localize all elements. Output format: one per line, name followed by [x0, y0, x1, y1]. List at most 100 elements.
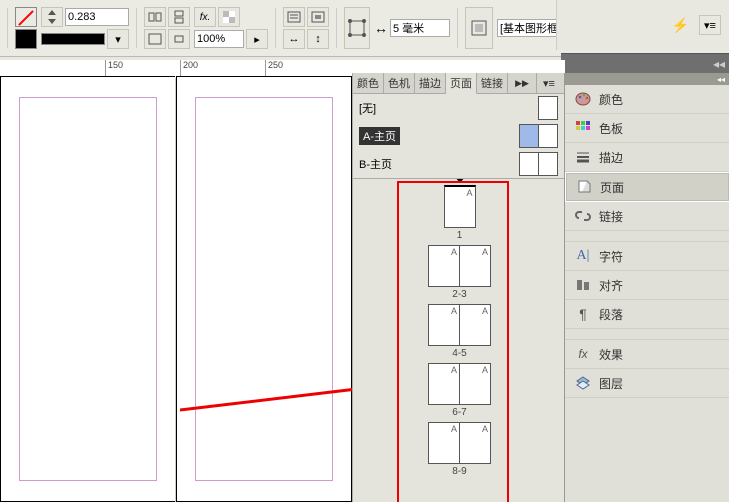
ruler-mark: 200	[180, 60, 198, 76]
measure-input[interactable]	[390, 19, 450, 37]
master-none[interactable]: [无]	[353, 94, 566, 122]
dock-collapse-bar[interactable]: ◂◂	[565, 73, 729, 85]
spread-label: 8-9	[452, 466, 466, 477]
layers-icon	[575, 375, 591, 391]
dock-label: 描边	[599, 149, 623, 166]
margin-guide	[19, 97, 157, 481]
pages-panel: 颜色 色机 描边 页面 链接 ▶▶ ▾≡ [无] A-主页 B-主页	[352, 73, 566, 502]
dock-expand-icon[interactable]: ◂◂	[713, 57, 725, 71]
master-b[interactable]: B-主页	[353, 150, 566, 178]
master-thumb[interactable]	[519, 152, 539, 176]
spread-label: 2-3	[452, 289, 466, 300]
dock-swatches[interactable]: 色板	[565, 114, 729, 143]
fx-icon: fx	[575, 346, 591, 362]
page-thumb[interactable]: A	[428, 245, 460, 287]
control-toolbar: ▾ fx. ▸	[0, 0, 729, 57]
measure-group: ↔	[374, 19, 450, 37]
dock-color[interactable]: 颜色	[565, 85, 729, 114]
document-canvas[interactable]	[0, 76, 352, 502]
master-label: B-主页	[359, 156, 392, 172]
dock-stroke[interactable]: 描边	[565, 143, 729, 172]
select-container-icon[interactable]	[144, 29, 166, 49]
master-thumb[interactable]	[539, 124, 558, 148]
master-thumb[interactable]	[519, 124, 539, 148]
opacity-input[interactable]	[194, 30, 244, 48]
page-thumb[interactable]: A	[428, 363, 460, 405]
paragraph-icon: ¶	[575, 306, 591, 322]
spread-6-7[interactable]: A A 6-7	[353, 363, 566, 418]
text-wrap-none-icon[interactable]	[283, 7, 305, 27]
dock-character[interactable]: A| 字符	[565, 242, 729, 271]
flip-horizontal-icon[interactable]: ↔	[283, 29, 305, 49]
spread-1[interactable]: A 1	[353, 185, 566, 241]
page-thumb[interactable]: A	[428, 422, 460, 464]
current-page-caret-icon	[455, 179, 465, 183]
swatches-icon	[575, 120, 591, 136]
dock-label: 字符	[599, 248, 623, 265]
spread-2-3[interactable]: A A 2-3	[353, 245, 566, 300]
spread-4-5[interactable]: A A 4-5	[353, 304, 566, 359]
dock-layers[interactable]: 图层	[565, 369, 729, 398]
select-content-icon[interactable]	[168, 29, 190, 49]
divider	[336, 8, 337, 48]
misc-btns-1	[144, 7, 190, 49]
text-wrap-bounding-icon[interactable]	[307, 7, 329, 27]
page-thumb[interactable]: A	[444, 185, 476, 228]
dock-pages[interactable]: 页面	[565, 172, 729, 202]
dock-label: 图层	[599, 375, 623, 392]
page-left[interactable]	[0, 76, 175, 502]
dock-header-strip: ◂◂	[561, 53, 729, 75]
fill-stroke-group	[15, 7, 37, 49]
dock-label: 页面	[600, 179, 624, 196]
flip-vertical-icon[interactable]: ↕	[307, 29, 329, 49]
fx-button[interactable]: fx.	[194, 7, 216, 27]
panel-dock: ◂◂ 颜色 色板 描边 页面 链接 A| 字符	[564, 73, 729, 502]
stroke-weight-input[interactable]	[65, 8, 129, 26]
stroke-style-dropdown[interactable]: ▾	[107, 29, 129, 49]
dock-paragraph[interactable]: ¶ 段落	[565, 300, 729, 329]
page-thumb[interactable]: A	[459, 363, 491, 405]
spread-8-9[interactable]: A A 8-9	[353, 422, 566, 477]
tab-pages[interactable]: 页面	[446, 73, 477, 94]
master-a[interactable]: A-主页	[353, 122, 566, 150]
ruler-mark: 150	[105, 60, 123, 76]
flip-v-icon[interactable]	[168, 7, 190, 27]
tab-stroke[interactable]: 描边	[415, 73, 446, 93]
page-thumb[interactable]: A	[459, 245, 491, 287]
stroke-style-sample[interactable]	[41, 33, 105, 45]
pages-panel-tabs: 颜色 色机 描边 页面 链接 ▶▶ ▾≡	[353, 73, 566, 94]
pages-thumbnails: A 1 A A 2-3 A A 4-5 A A 6-7	[353, 179, 566, 502]
divider	[457, 8, 458, 48]
divider	[7, 8, 8, 48]
stroke-weight-stepper[interactable]	[41, 7, 63, 27]
dock-align[interactable]: 对齐	[565, 271, 729, 300]
dock-gap	[565, 231, 729, 242]
tab-color[interactable]: 颜色	[353, 73, 384, 93]
divider	[275, 8, 276, 48]
page-thumb[interactable]: A	[459, 304, 491, 346]
fill-swatch[interactable]	[15, 7, 37, 27]
master-thumb[interactable]	[538, 96, 558, 120]
pages-icon	[576, 179, 592, 195]
quick-apply-icon[interactable]: ⚡	[672, 17, 689, 34]
page-thumb[interactable]: A	[428, 304, 460, 346]
corner-options-icon[interactable]	[344, 7, 370, 49]
opacity-dropdown[interactable]: ▸	[246, 29, 268, 49]
object-style-icon[interactable]	[465, 7, 493, 49]
master-thumb[interactable]	[539, 152, 558, 176]
dock-label: 段落	[599, 306, 623, 323]
page-thumb[interactable]: A	[459, 422, 491, 464]
tab-swatch[interactable]: 色机	[384, 73, 415, 93]
page-right[interactable]	[176, 76, 352, 502]
stroke-swatch[interactable]	[15, 29, 37, 49]
stroke-icon	[575, 149, 591, 165]
dock-effects[interactable]: fx 效果	[565, 340, 729, 369]
tab-links[interactable]: 链接	[477, 73, 508, 93]
opacity-icon[interactable]	[218, 7, 240, 27]
panel-menu-icon[interactable]: ▾≡	[537, 73, 561, 93]
panel-scroll-icon[interactable]: ▶▶	[508, 73, 537, 93]
master-pages-list: [无] A-主页 B-主页	[353, 94, 566, 179]
toolbar-menu-icon[interactable]: ▾≡	[699, 15, 721, 35]
flip-h-icon[interactable]	[144, 7, 166, 27]
dock-links[interactable]: 链接	[565, 202, 729, 231]
